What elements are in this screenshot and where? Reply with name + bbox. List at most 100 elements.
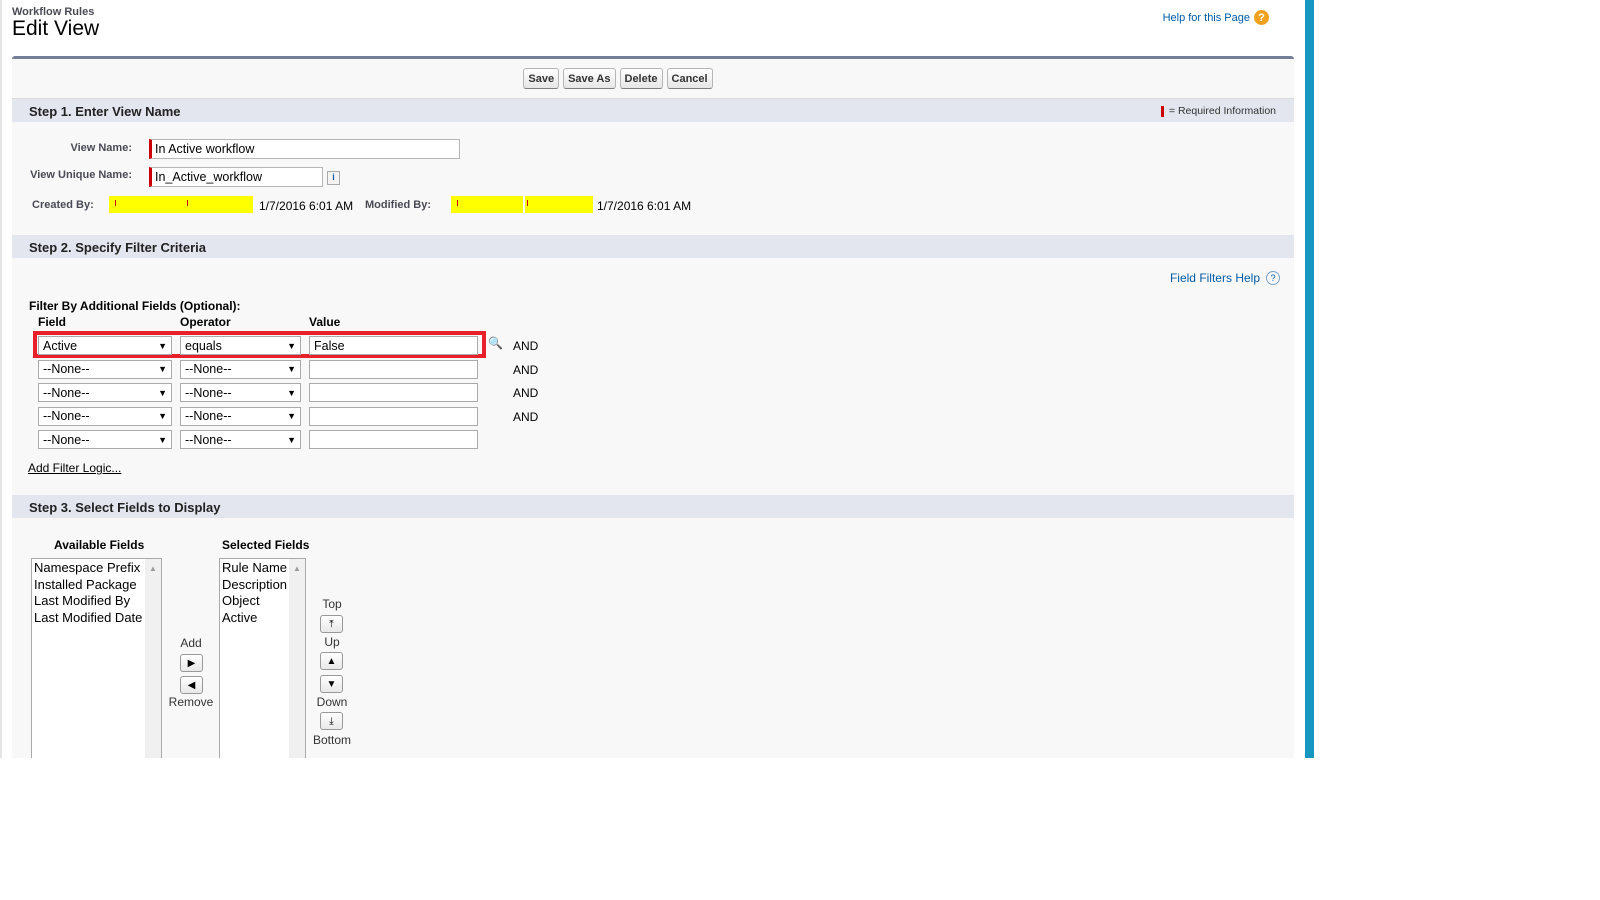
available-fields-label: Available Fields: [54, 538, 145, 552]
save-as-button[interactable]: Save As: [563, 68, 616, 89]
down-label: Down: [316, 695, 348, 709]
help-link[interactable]: Help for this Page?: [1163, 10, 1269, 25]
delete-button[interactable]: Delete: [619, 68, 663, 89]
required-legend: = Required Information: [1160, 105, 1276, 117]
operator-value: equals: [185, 338, 222, 353]
step2-header: Step 2. Specify Filter Criteria: [12, 235, 1294, 258]
filter-field-select[interactable]: Active ▼: [38, 336, 172, 355]
selected-fields-label: Selected Fields: [222, 538, 310, 552]
dropdown-arrow-icon: ▼: [158, 411, 167, 421]
filter-field-select[interactable]: --None-- ▼: [38, 383, 172, 402]
lookup-icon[interactable]: 🔍: [488, 336, 503, 350]
dropdown-arrow-icon: ▼: [287, 411, 296, 421]
list-option[interactable]: Last Modified By: [34, 593, 159, 610]
list-option[interactable]: Namespace Prefix: [34, 560, 159, 577]
filter-operator-select[interactable]: --None-- ▼: [180, 359, 301, 379]
up-label: Up: [324, 635, 340, 649]
dropdown-arrow-icon: ▼: [287, 340, 296, 351]
view-name-label: View Name:: [70, 142, 132, 154]
scrollbar[interactable]: ▲: [289, 559, 305, 758]
filter-heading: Filter By Additional Fields (Optional):: [29, 299, 241, 313]
selected-fields-list[interactable]: Rule Name Description Object Active ▲: [219, 558, 306, 758]
filter-field-select[interactable]: --None-- ▼: [38, 359, 172, 379]
col-value: Value: [309, 315, 341, 329]
dropdown-arrow-icon: ▼: [158, 364, 167, 374]
save-button[interactable]: Save: [523, 68, 560, 89]
button-bar: Save Save As Delete Cancel: [12, 59, 1294, 99]
dropdown-arrow-icon: ▼: [158, 340, 167, 351]
filter-operator-select[interactable]: equals ▼: [180, 336, 301, 355]
remove-button[interactable]: ◀: [180, 676, 203, 694]
operator-value: --None--: [185, 409, 232, 423]
info-icon[interactable]: i: [327, 171, 340, 185]
filter-value-input[interactable]: [309, 359, 478, 379]
list-option[interactable]: Installed Package: [34, 577, 159, 594]
and-label: AND: [513, 339, 539, 353]
filter-operator-select[interactable]: --None-- ▼: [180, 406, 301, 426]
filter-field-select[interactable]: --None-- ▼: [38, 406, 172, 426]
page-title: Edit View: [12, 17, 100, 40]
filter-value-input[interactable]: [309, 383, 478, 402]
field-value: Active: [43, 338, 78, 353]
page: Workflow Rules Edit View Help for this P…: [0, 0, 1305, 758]
field-filters-help-link[interactable]: Field Filters Help?: [1170, 271, 1280, 285]
move-up-button[interactable]: ▲: [320, 652, 343, 670]
modified-date: 1/7/2016 6:01 AM: [597, 199, 692, 213]
modified-by-redacted: [451, 196, 523, 213]
move-down-button[interactable]: ▼: [320, 675, 343, 693]
move-bottom-button[interactable]: ⤓: [320, 712, 343, 730]
unique-name-label: View Unique Name:: [30, 169, 132, 181]
dropdown-arrow-icon: ▼: [287, 387, 296, 398]
modified-by-redacted-2: [525, 196, 593, 213]
scrollbar[interactable]: ▲: [145, 559, 161, 758]
step1-header: Step 1. Enter View Name = Required Infor…: [12, 99, 1294, 122]
bottom-label: Bottom: [312, 733, 351, 747]
remove-label: Remove: [168, 695, 214, 709]
field-value: --None--: [43, 409, 90, 423]
filter-operator-select[interactable]: --None-- ▼: [180, 430, 301, 449]
step1-title: Step 1. Enter View Name: [29, 104, 181, 119]
filter-field-select[interactable]: --None-- ▼: [38, 430, 172, 449]
operator-value: --None--: [185, 362, 232, 376]
filter-value-input[interactable]: [309, 430, 478, 449]
required-marker: [1160, 105, 1164, 117]
help-icon: ?: [1254, 10, 1269, 25]
accent-bar: [1305, 0, 1314, 758]
and-label: AND: [513, 362, 539, 377]
add-label: Add: [180, 636, 202, 650]
unique-name-input[interactable]: In_Active_workflow: [149, 167, 323, 187]
field-filters-help-label: Field Filters Help: [1169, 271, 1260, 285]
col-field: Field: [38, 315, 67, 329]
dropdown-arrow-icon: ▼: [287, 434, 296, 445]
required-info-text: = Required Information: [1168, 105, 1276, 117]
created-date: 1/7/2016 6:01 AM: [259, 199, 354, 213]
filter-operator-select[interactable]: --None-- ▼: [180, 383, 301, 402]
step3-header: Step 3. Select Fields to Display: [12, 495, 1294, 518]
dropdown-arrow-icon: ▼: [158, 387, 167, 398]
top-label: Top: [322, 597, 342, 611]
operator-value: --None--: [185, 385, 232, 400]
edit-view-panel: Save Save As Delete Cancel Step 1. Enter…: [12, 56, 1294, 758]
add-button[interactable]: ▶: [180, 654, 203, 672]
add-filter-logic-link[interactable]: Add Filter Logic...: [28, 461, 121, 475]
dropdown-arrow-icon: ▼: [287, 364, 296, 374]
help-circle-icon: ?: [1266, 271, 1280, 285]
available-fields-list[interactable]: Namespace Prefix Installed Package Last Mo…: [31, 558, 162, 758]
view-name-input[interactable]: In Active workflow: [149, 139, 460, 159]
col-operator: Operator: [180, 315, 231, 329]
left-edge: [0, 0, 2, 758]
filter-value-input[interactable]: [309, 406, 478, 426]
modified-by-label: Modified By:: [365, 199, 431, 211]
list-option[interactable]: Last Modified Date: [34, 610, 159, 627]
operator-value: --None--: [185, 432, 232, 447]
field-value: --None--: [43, 432, 90, 447]
field-value: --None--: [43, 362, 90, 376]
value-text: False: [314, 338, 345, 353]
filter-value-input[interactable]: False: [309, 336, 478, 355]
cancel-button[interactable]: Cancel: [666, 68, 713, 89]
field-value: --None--: [43, 385, 90, 400]
created-by-label: Created By:: [32, 199, 94, 211]
move-top-button[interactable]: ⤒: [320, 615, 343, 633]
created-by-redacted: [109, 196, 253, 213]
and-label: AND: [513, 409, 539, 424]
